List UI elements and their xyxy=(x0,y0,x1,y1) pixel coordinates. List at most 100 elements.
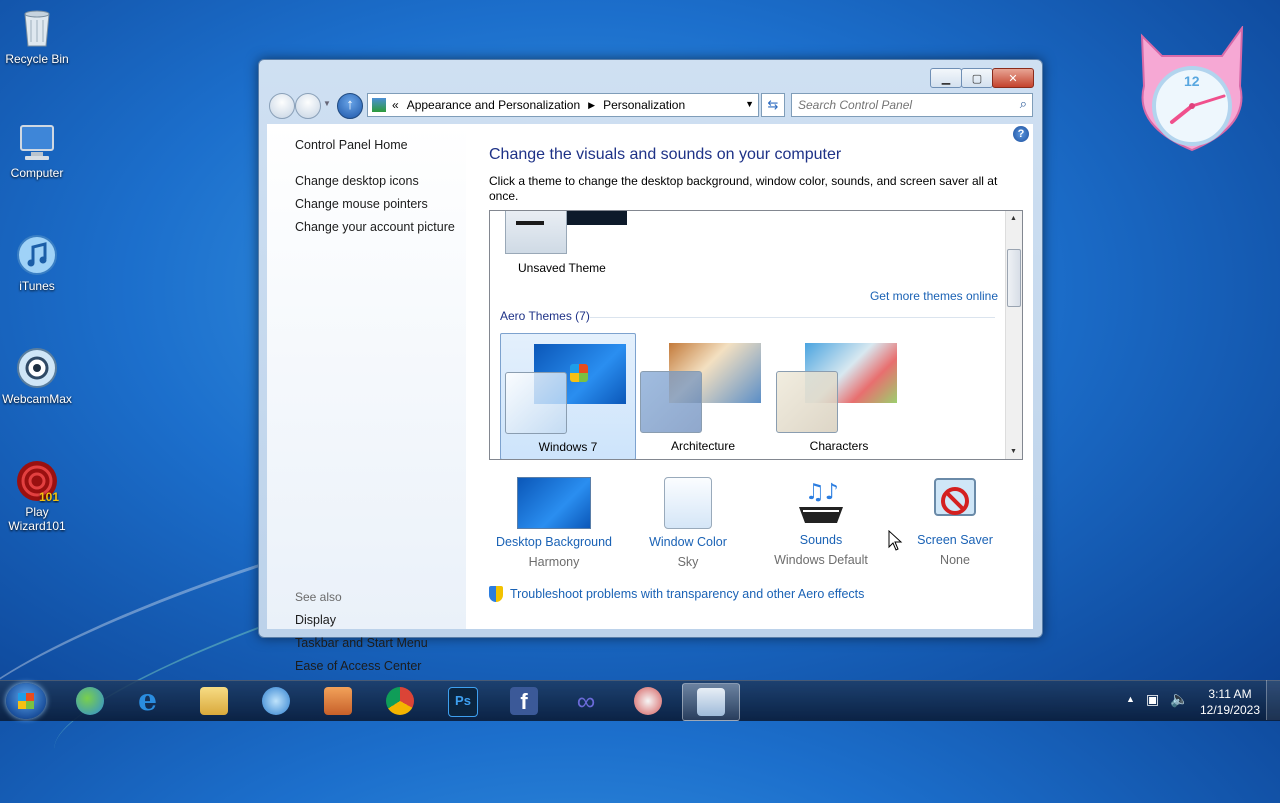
minimize-button[interactable]: ▁ xyxy=(930,68,962,88)
show-hidden-icons-arrow[interactable]: ▲ xyxy=(1126,694,1135,704)
search-icon[interactable]: ⌕ xyxy=(1020,96,1027,112)
page-description: Click a theme to change the desktop back… xyxy=(489,174,998,203)
scroll-down-icon[interactable]: ▼ xyxy=(1010,448,1017,455)
window-color-icon xyxy=(664,477,712,529)
folder-icon xyxy=(200,687,228,715)
breadcrumb-appearance[interactable]: Appearance and Personalization xyxy=(407,98,580,112)
address-bar[interactable]: « Appearance and Personalization ▶ Perso… xyxy=(367,93,759,117)
infinity-icon: ∞ xyxy=(576,686,596,716)
desktop-icon-computer[interactable]: Computer xyxy=(2,120,72,180)
change-desktop-icons-link[interactable]: Change desktop icons xyxy=(295,174,419,188)
left-task-pane: Control Panel Home Change desktop icons … xyxy=(267,124,466,673)
mouse-cursor-icon xyxy=(888,530,903,551)
close-button[interactable]: ✕ xyxy=(992,68,1034,88)
help-icon[interactable]: ? xyxy=(1013,126,1029,142)
address-overflow-chevron[interactable]: « xyxy=(392,98,399,112)
screen-saver-setting[interactable]: Screen Saver None xyxy=(890,477,1020,567)
photoshop-icon: Ps xyxy=(448,687,478,717)
desktop-background-value: Harmony xyxy=(528,555,580,569)
change-account-picture-link[interactable]: Change your account picture xyxy=(295,220,455,234)
unsaved-theme-thumbnail[interactable] xyxy=(505,211,567,254)
window-glass-preview xyxy=(776,371,838,433)
refresh-button[interactable]: ⇆ xyxy=(761,93,785,117)
volume-icon[interactable]: 🔈 xyxy=(1170,690,1189,708)
desktop-icon-label: WebcamMax xyxy=(2,392,72,406)
desktop-background-link[interactable]: Desktop Background xyxy=(489,535,619,549)
control-panel-home-link[interactable]: Control Panel Home xyxy=(295,138,408,152)
forward-button[interactable] xyxy=(295,93,321,119)
desktop-icon-label: Play Wizard101 xyxy=(8,505,66,533)
maximize-button[interactable]: ▢ xyxy=(961,68,993,88)
desktop-background-icon xyxy=(517,477,591,529)
theme-architecture[interactable]: Architecture xyxy=(636,333,770,458)
messenger-icon xyxy=(76,687,104,715)
control-panel-icon xyxy=(372,98,386,112)
webcam-icon xyxy=(15,346,59,390)
svg-text:♫♪: ♫♪ xyxy=(805,480,839,505)
itunes-icon xyxy=(262,687,290,715)
taskbar-windows-live-messenger[interactable] xyxy=(62,683,118,719)
ease-of-access-link[interactable]: Ease of Access Center xyxy=(295,659,421,673)
desktop-background-setting[interactable]: Desktop Background Harmony xyxy=(489,477,619,569)
start-button[interactable] xyxy=(6,683,46,719)
clock-gadget[interactable]: 12 xyxy=(1132,24,1252,154)
display-link[interactable]: Display xyxy=(295,613,336,627)
theme-list-scrollbar[interactable]: ▲ ▼ xyxy=(1005,211,1022,459)
taskbar-photoshop[interactable]: Ps xyxy=(434,683,490,719)
desktop-icon-webcammax[interactable]: WebcamMax xyxy=(2,346,72,406)
clock-numeral: 12 xyxy=(1184,73,1200,89)
taskbar-clock[interactable]: 3:11 AM 12/19/2023 xyxy=(1188,686,1272,718)
recent-pages-dropdown[interactable]: ▼ xyxy=(323,99,331,108)
taskbar-windows-explorer[interactable] xyxy=(186,683,242,719)
desktop-icon-label: Computer xyxy=(10,166,64,180)
scrollbar-thumb[interactable] xyxy=(1007,249,1021,307)
windows-logo-icon xyxy=(570,364,588,382)
window-color-setting[interactable]: Window Color Sky xyxy=(623,477,753,569)
desktop-icon-itunes[interactable]: iTunes xyxy=(2,233,72,293)
unsaved-theme-background-preview xyxy=(567,211,627,225)
clock-date: 12/19/2023 xyxy=(1199,703,1261,717)
taskbar-media-player[interactable] xyxy=(310,683,366,719)
network-icon[interactable]: ▣ xyxy=(1146,691,1159,708)
sounds-setting[interactable]: ♫♪ Sounds Windows Default xyxy=(756,477,886,567)
desktop-icon-recycle-bin[interactable]: Recycle Bin xyxy=(2,6,72,66)
taskbar-itunes[interactable] xyxy=(248,683,304,719)
theme-windows-7[interactable]: Windows 7 xyxy=(500,333,636,459)
taskbar-infinity-app[interactable]: ∞ xyxy=(558,683,614,719)
change-mouse-pointers-link[interactable]: Change mouse pointers xyxy=(295,197,428,211)
taskbar: e Ps f ∞ ▲ ▣ 🔈 3:11 AM 12/19/2023 xyxy=(0,680,1280,721)
taskbar-facebook[interactable]: f xyxy=(496,683,552,719)
breadcrumb-separator-icon[interactable]: ▶ xyxy=(588,100,595,111)
minimize-icon: ▁ xyxy=(941,72,951,85)
window-color-value: Sky xyxy=(677,555,699,569)
taskbar-chrome[interactable] xyxy=(372,683,428,719)
theme-characters[interactable]: Characters xyxy=(772,333,906,458)
desktop-icon-wizard101[interactable]: 101 Play Wizard101 xyxy=(2,459,72,533)
back-button[interactable] xyxy=(269,93,295,119)
desktop-icon-label: Recycle Bin xyxy=(5,52,69,66)
show-desktop-button[interactable] xyxy=(1266,680,1280,720)
get-more-themes-link[interactable]: Get more themes online xyxy=(870,289,998,303)
recycle-bin-icon xyxy=(15,6,59,50)
breadcrumb-personalization[interactable]: Personalization xyxy=(603,98,685,112)
up-button[interactable]: ↑ xyxy=(337,93,363,119)
scroll-up-icon[interactable]: ▲ xyxy=(1010,215,1017,222)
search-box[interactable]: ⌕ xyxy=(791,93,1033,117)
theme-list: Unsaved Theme Get more themes online Aer… xyxy=(489,210,1023,460)
screen-saver-link[interactable]: Screen Saver xyxy=(890,533,1020,547)
see-also-heading: See also xyxy=(295,590,342,604)
taskbar-start-menu-link[interactable]: Taskbar and Start Menu xyxy=(295,636,428,650)
taskbar-control-panel[interactable] xyxy=(682,683,740,721)
troubleshoot-aero-label: Troubleshoot problems with transparency … xyxy=(510,587,865,601)
search-input[interactable] xyxy=(792,94,1000,116)
media-player-icon xyxy=(324,687,352,715)
maximize-icon: ▢ xyxy=(971,72,983,85)
sounds-link[interactable]: Sounds xyxy=(756,533,886,547)
taskbar-internet-explorer[interactable]: e xyxy=(124,683,180,719)
unsaved-theme-label[interactable]: Unsaved Theme xyxy=(518,261,606,275)
troubleshoot-aero-link[interactable]: Troubleshoot problems with transparency … xyxy=(489,586,864,602)
wizard101-icon: 101 xyxy=(15,459,59,504)
window-color-link[interactable]: Window Color xyxy=(623,535,753,549)
taskbar-paint-app[interactable] xyxy=(620,683,676,719)
address-dropdown-icon[interactable]: ▼ xyxy=(745,99,754,109)
